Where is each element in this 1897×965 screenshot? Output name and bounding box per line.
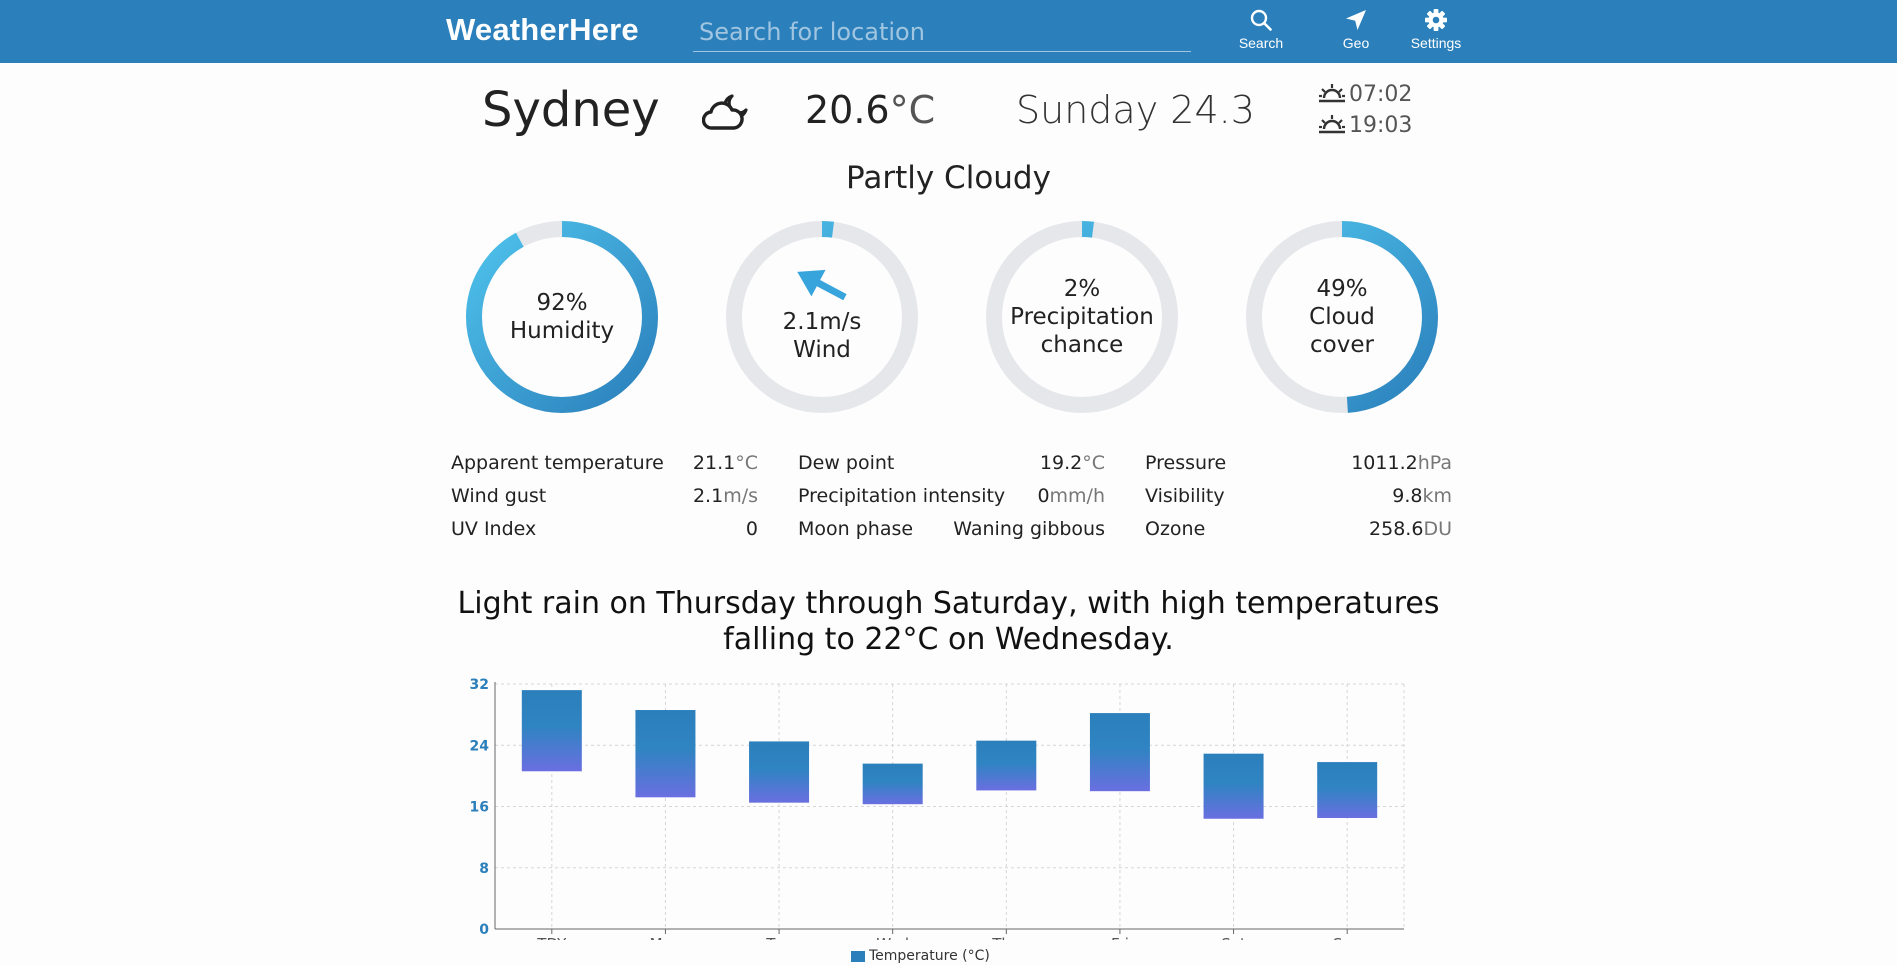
search-button-label: Search xyxy=(1238,35,1284,51)
top-bar: WeatherHere Search Geo Settings xyxy=(0,0,1897,63)
temperature-range-bar-sun xyxy=(1317,762,1378,818)
detail-value: 2.1m/s xyxy=(692,485,758,507)
y-tick-label: 0 xyxy=(479,922,489,938)
temperature-range-bar-mon xyxy=(635,710,696,798)
sunset-icon xyxy=(1319,115,1345,134)
humidity-gauge: 92% Humidity xyxy=(464,219,660,415)
settings-button[interactable]: Settings xyxy=(1396,8,1476,56)
precipitation-value: 2% xyxy=(1063,276,1101,302)
y-tick-label: 8 xyxy=(479,861,489,877)
sunrise-time: 07:02 xyxy=(1349,81,1413,107)
temperature-range-bar-tdy xyxy=(521,690,582,772)
detail-value: 0mm/h xyxy=(1037,485,1105,507)
sunrise-row: 07:02 xyxy=(1318,81,1412,107)
x-tick-label: Thu xyxy=(991,935,1020,940)
x-tick-label: Tue xyxy=(765,935,792,940)
detail-apparent-temperature: Apparent temperature 21.1°C xyxy=(451,452,758,482)
x-tick-label: Fri xyxy=(1111,935,1129,940)
detail-uv-index: UV Index 0 xyxy=(451,518,758,548)
city-name: Sydney xyxy=(482,82,660,138)
detail-precipitation-intensity: Precipitation intensity 0mm/h xyxy=(798,485,1105,515)
temperature-range-bar-thu xyxy=(976,740,1037,791)
detail-ozone: Ozone 258.6DU xyxy=(1145,518,1452,548)
precipitation-label-line1: Precipitation xyxy=(1010,304,1154,330)
wind-label: Wind xyxy=(793,337,851,363)
geo-button-label: Geo xyxy=(1342,35,1370,51)
y-tick-label: 24 xyxy=(470,738,490,754)
detail-label: UV Index xyxy=(451,518,537,540)
detail-label: Wind gust xyxy=(451,485,547,507)
detail-value: Waning gibbous xyxy=(953,518,1105,540)
detail-moon-phase: Moon phase Waning gibbous xyxy=(798,518,1105,548)
detail-wind-gust: Wind gust 2.1m/s xyxy=(451,485,758,515)
temperature-forecast-chart: 0 8 16 24 32 TDY Mon Tue Wed Thu Fri Sat Sun xyxy=(470,677,1405,940)
y-tick-label: 32 xyxy=(470,677,489,693)
humidity-label: Humidity xyxy=(509,318,615,344)
search-input[interactable] xyxy=(693,12,1191,52)
cloud-cover-label-line2: cover xyxy=(1310,332,1374,358)
temperature-range-bar-tue xyxy=(749,741,810,803)
sunset-time: 19:03 xyxy=(1349,112,1413,138)
x-tick-label: Wed xyxy=(876,935,909,940)
location-arrow-icon xyxy=(1346,10,1366,30)
geo-button[interactable]: Geo xyxy=(1316,8,1396,56)
cloud-cover-label-line1: Cloud xyxy=(1309,304,1375,330)
detail-label: Apparent temperature xyxy=(451,452,664,474)
sunrise-icon xyxy=(1319,84,1345,103)
precipitation-gauge: 2% Precipitation chance xyxy=(984,219,1180,415)
x-tick-label: Sun xyxy=(1333,935,1362,940)
legend-label: Temperature (°C) xyxy=(869,948,990,964)
x-tick-label: Sat xyxy=(1221,935,1246,940)
precipitation-label-line2: chance xyxy=(1040,332,1124,358)
search-button[interactable]: Search xyxy=(1221,8,1301,56)
detail-label: Dew point xyxy=(798,452,895,474)
wind-value: 2.1m/s xyxy=(782,309,862,335)
x-tick-label: TDY xyxy=(536,935,567,940)
detail-value: 21.1°C xyxy=(692,452,758,474)
cloud-cover-gauge: 49% Cloud cover xyxy=(1244,219,1440,415)
gear-icon xyxy=(1425,9,1447,31)
cloud-cover-value: 49% xyxy=(1316,276,1368,302)
brand-logo[interactable]: WeatherHere xyxy=(446,12,639,48)
detail-label: Pressure xyxy=(1145,452,1227,474)
current-temperature: 20.6°C xyxy=(805,88,935,132)
temperature-unit: °C xyxy=(889,88,936,132)
x-tick-label: Mon xyxy=(650,935,682,940)
search-icon xyxy=(1250,9,1272,31)
detail-value: 0 xyxy=(745,518,758,540)
humidity-value: 92% xyxy=(536,290,588,316)
chart-legend[interactable]: Temperature (°C) xyxy=(851,948,990,964)
settings-button-label: Settings xyxy=(1410,35,1462,51)
temperature-range-bar-fri xyxy=(1089,713,1150,792)
detail-dew-point: Dew point 19.2°C xyxy=(798,452,1105,482)
temperature-value: 20.6 xyxy=(805,88,890,132)
temperature-range-bar-sat xyxy=(1203,753,1264,819)
forecast-summary: Light rain on Thursday through Saturday,… xyxy=(457,586,1440,657)
current-date: Sunday 24.3 xyxy=(1016,88,1255,132)
detail-label: Ozone xyxy=(1145,518,1206,540)
temperature-range-bar-wed xyxy=(862,763,923,805)
detail-value: 1011.2hPa xyxy=(1351,452,1452,474)
detail-value: 9.8km xyxy=(1392,485,1452,507)
detail-label: Precipitation intensity xyxy=(798,485,1006,507)
detail-value: 258.6DU xyxy=(1369,518,1452,540)
partly-cloudy-night-icon xyxy=(702,94,748,130)
detail-label: Moon phase xyxy=(798,518,914,540)
detail-visibility: Visibility 9.8km xyxy=(1145,485,1452,515)
legend-swatch xyxy=(851,950,865,962)
wind-gauge: 2.1m/s Wind xyxy=(724,219,920,415)
detail-label: Visibility xyxy=(1145,485,1225,507)
y-tick-label: 16 xyxy=(470,800,489,816)
condition-summary: Partly Cloudy xyxy=(846,160,1051,196)
detail-pressure: Pressure 1011.2hPa xyxy=(1145,452,1452,482)
sunset-row: 19:03 xyxy=(1318,112,1412,138)
detail-value: 19.2°C xyxy=(1039,452,1105,474)
